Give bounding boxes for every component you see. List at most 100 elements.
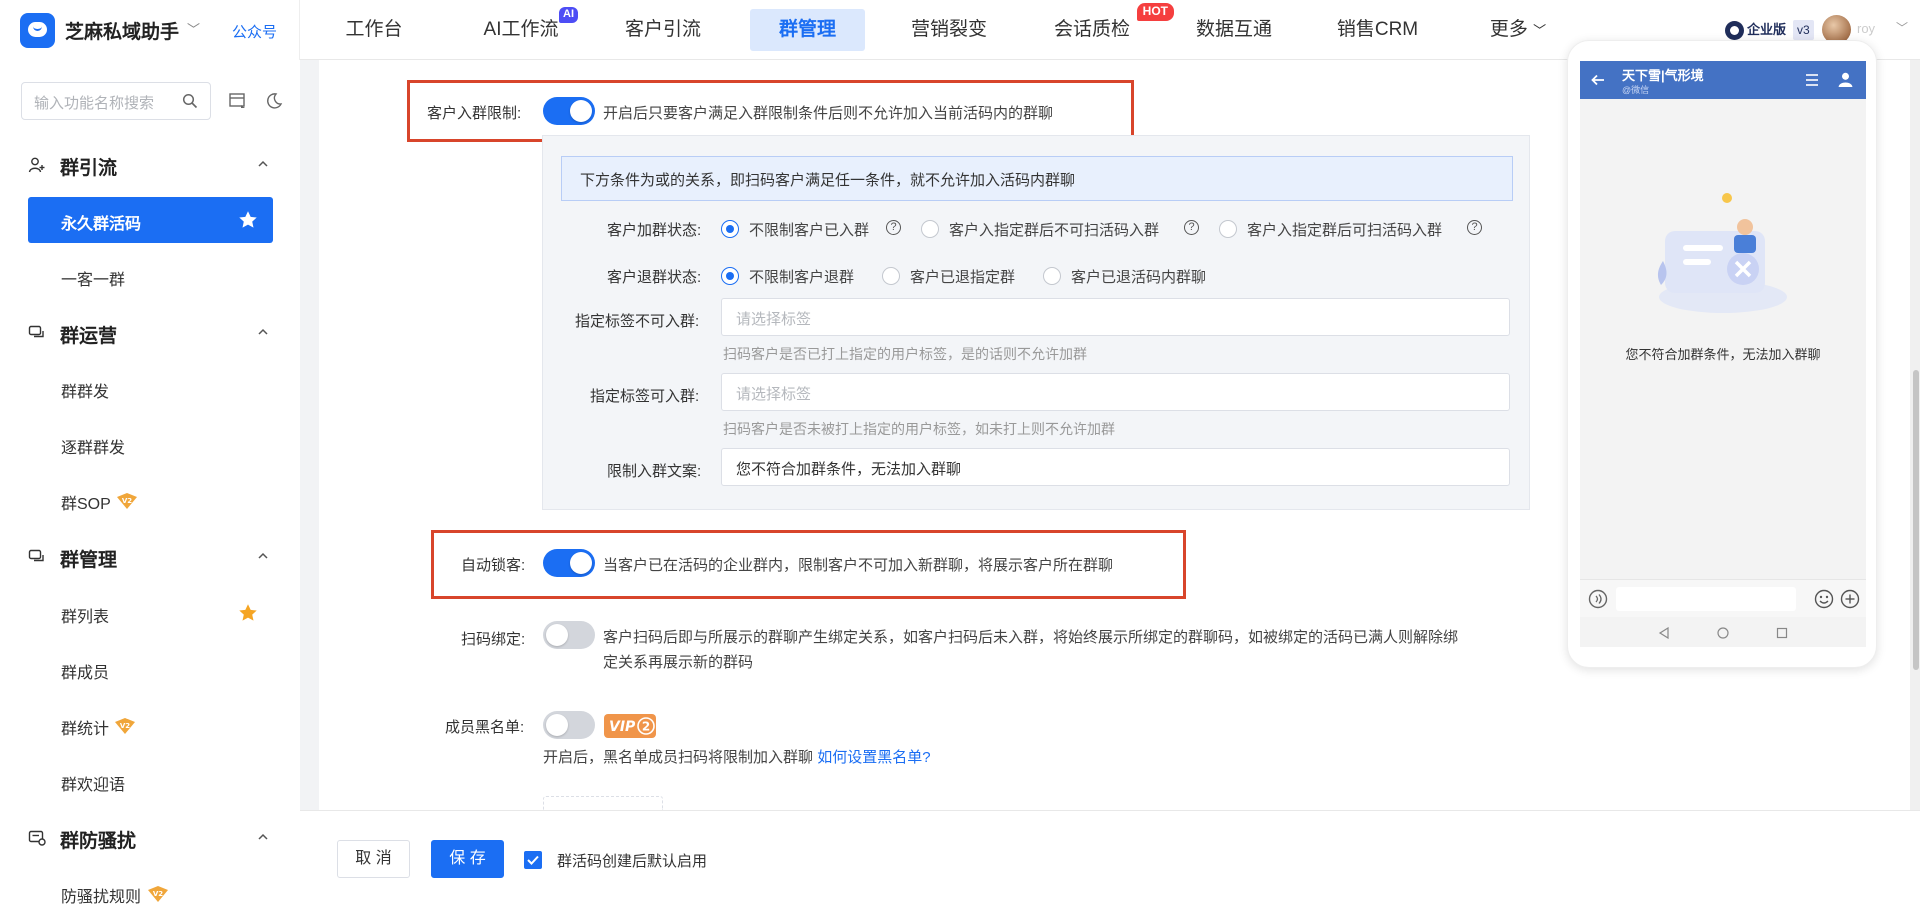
upload-area[interactable] — [543, 796, 663, 810]
voice-icon — [1588, 589, 1608, 609]
radio-label[interactable]: 不限制客户退群 — [749, 266, 854, 287]
limit-text-input[interactable]: 您不符合加群条件，无法加入群聊 — [721, 448, 1510, 486]
tag-allow-select[interactable]: 请选择标签 — [721, 373, 1510, 411]
nav-more[interactable]: 更多 ﹀ — [1468, 9, 1568, 51]
back-triangle-icon — [1658, 627, 1669, 639]
tag-block-help: 扫码客户是否已打上指定的用户标签，是的话则不允许加群 — [723, 346, 1087, 362]
star-icon[interactable] — [237, 602, 259, 624]
radio-label[interactable]: 客户入指定群后可扫活码入群 — [1247, 219, 1442, 240]
conditions-panel: 下方条件为或的关系，即扫码客户满足任一条件，就不允许加入活码内群聊 客户加群状态… — [542, 135, 1530, 510]
sidebar-item-one-customer-one-group[interactable]: 一客一群 — [28, 253, 273, 299]
sidebar-item-sequential-broadcast[interactable]: 逐群群发 — [28, 421, 273, 467]
radio-label[interactable]: 不限制客户已入群 — [749, 219, 869, 240]
radio-quit-specified[interactable] — [882, 267, 900, 285]
nav-session-qc[interactable]: 会话质检 HOT — [1036, 3, 1174, 51]
group-header-anti-harassment[interactable]: 群防骚扰 — [0, 817, 300, 857]
radio-label[interactable]: 客户已退活码内群聊 — [1071, 266, 1206, 287]
phone-chat-body: 您不符合加群条件，无法加入群聊 — [1580, 99, 1866, 579]
sidebar-item-label: 群SOP — [61, 496, 111, 513]
app-logo-icon — [20, 13, 55, 48]
sidebar-item-group-members[interactable]: 群成员 — [28, 646, 273, 692]
default-enable-checkbox[interactable] — [524, 851, 542, 869]
search-icon[interactable] — [182, 93, 198, 109]
svg-text:V2: V2 — [153, 890, 163, 898]
check-icon — [527, 855, 539, 865]
phone-chat-subtitle: @微信 — [1622, 85, 1650, 95]
sidebar-item-group-sop[interactable]: 群SOP V2 — [28, 477, 273, 523]
ai-badge: AI — [559, 7, 578, 23]
phone-text-field — [1616, 587, 1796, 611]
blacklist-help-link[interactable]: 如何设置黑名单? — [817, 749, 930, 766]
group-limit-desc: 开启后只要客户满足入群限制条件后则不允许加入当前活码内的群聊 — [603, 105, 1054, 122]
menu-icon — [1806, 74, 1818, 86]
radio-join-unlimited[interactable] — [721, 220, 739, 238]
radio-quit-in-qr[interactable] — [1043, 267, 1061, 285]
radio-join-block-specified[interactable] — [921, 220, 939, 238]
save-button[interactable]: 保 存 — [431, 840, 504, 878]
auto-lock-toggle[interactable] — [543, 549, 595, 577]
sidebar-item-group-broadcast[interactable]: 群群发 — [28, 365, 273, 411]
group-header-acquisition[interactable]: 群引流 — [0, 144, 300, 184]
tag-block-label: 指定标签不可入群: — [575, 313, 700, 330]
svg-text:V2: V2 — [122, 497, 132, 505]
chevron-down-icon[interactable]: ﹀ — [1896, 19, 1908, 36]
scan-bind-desc-1: 客户扫码后即与所展示的群聊产生绑定关系，如客户扫码后未入群，将始终展示所绑定的群… — [603, 629, 1459, 646]
limit-text-label: 限制入群文案: — [607, 463, 702, 480]
search-placeholder: 输入功能名称搜索 — [34, 95, 155, 112]
nav-data-sync[interactable]: 数据互通 — [1178, 9, 1290, 51]
sidebar-item-anti-harassment-rules[interactable]: 防骚扰规则 V2 — [28, 870, 273, 906]
sidebar: 输入功能名称搜索 群引流 永久群活码 一客一群 群运营 群群发 逐群群发 群SO… — [0, 60, 300, 906]
enterprise-icon — [1725, 21, 1744, 40]
chevron-up-icon — [258, 552, 268, 559]
radio-label[interactable]: 客户已退指定群 — [910, 266, 1015, 287]
tag-allow-help: 扫码客户是否未被打上指定的用户标签，如未打上则不允许加群 — [723, 421, 1115, 437]
star-icon[interactable] — [237, 209, 259, 231]
group-header-management[interactable]: 群管理 — [0, 536, 300, 576]
tag-block-select[interactable]: 请选择标签 — [721, 298, 1510, 336]
group-title: 群引流 — [60, 158, 118, 179]
sidebar-item-group-list[interactable]: 群列表 — [28, 590, 273, 636]
nav-sales-crm[interactable]: 销售CRM — [1320, 9, 1435, 51]
brand-area[interactable]: 芝麻私域助手 ﹀ 公众号 — [0, 0, 300, 60]
blacklist-toggle[interactable] — [543, 711, 595, 739]
version-label: v3 — [1793, 20, 1814, 40]
sidebar-item-group-welcome[interactable]: 群欢迎语 — [28, 758, 273, 804]
moon-icon[interactable] — [264, 91, 284, 111]
sidebar-item-permanent-qr[interactable]: 永久群活码 — [28, 197, 273, 243]
nav-ai-workflow[interactable]: AI工作流 AI — [472, 7, 578, 51]
group-title: 群运营 — [60, 326, 118, 347]
scrollbar-thumb[interactable] — [1913, 370, 1919, 670]
app-name[interactable]: 芝麻私域助手 — [65, 17, 179, 44]
radio-quit-unlimited[interactable] — [721, 267, 739, 285]
feature-search-input[interactable]: 输入功能名称搜索 — [21, 82, 211, 120]
default-enable-label[interactable]: 群活码创建后默认启用 — [557, 850, 707, 871]
nav-customer-acquisition[interactable]: 客户引流 — [608, 9, 718, 51]
group-limit-toggle[interactable] — [543, 97, 595, 125]
sidebar-item-group-stats[interactable]: 群统计 V2 — [28, 702, 273, 748]
group-limit-label: 客户入群限制: — [427, 105, 522, 122]
group-title: 群管理 — [60, 550, 118, 571]
scan-bind-toggle[interactable] — [543, 621, 595, 649]
chevron-down-icon[interactable]: ﹀ — [187, 19, 200, 38]
radio-label[interactable]: 客户入指定群后不可扫活码入群 — [949, 219, 1159, 240]
help-icon[interactable]: ? — [1467, 220, 1482, 235]
nav-marketing-fission[interactable]: 营销裂变 — [893, 9, 1005, 51]
cancel-button[interactable]: 取 消 — [337, 840, 410, 878]
shield-chat-icon — [28, 830, 46, 846]
chevron-up-icon — [258, 328, 268, 335]
nav-group-management[interactable]: 群管理 — [750, 9, 865, 51]
user-name[interactable]: roy — [1857, 21, 1875, 36]
svg-text:2: 2 — [642, 720, 650, 734]
sidebar-item-label: 群群发 — [61, 384, 110, 401]
help-icon[interactable]: ? — [1184, 220, 1199, 235]
group-header-operation[interactable]: 群运营 — [0, 312, 300, 352]
phone-chat-title: 天下雪|气形境 — [1622, 68, 1704, 83]
radio-join-allow-specified[interactable] — [1219, 220, 1237, 238]
home-circle-icon — [1717, 627, 1729, 639]
join-status-label: 客户加群状态: — [607, 222, 702, 239]
nav-workbench[interactable]: 工作台 — [329, 9, 419, 51]
public-account-link[interactable]: 公众号 — [232, 21, 277, 42]
layout-icon[interactable] — [228, 91, 248, 111]
sidebar-item-label: 永久群活码 — [61, 216, 142, 233]
help-icon[interactable]: ? — [886, 220, 901, 235]
